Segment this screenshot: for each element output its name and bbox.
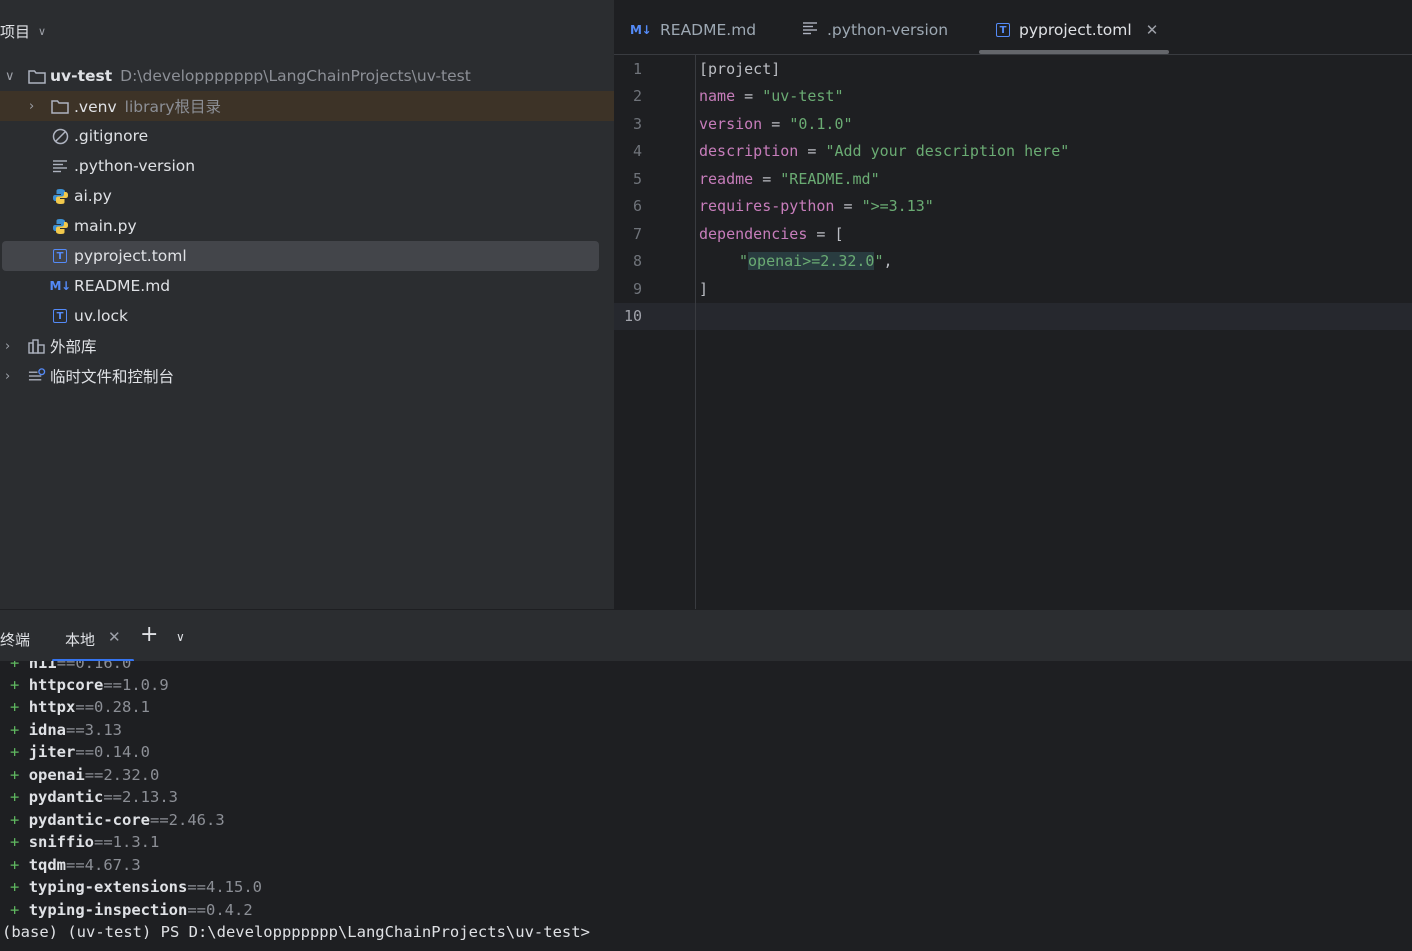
- terminal-tab-local[interactable]: 本地: [65, 629, 95, 650]
- terminal-line: + pydantic==2.13.3: [10, 788, 178, 806]
- text-lines-icon: [802, 21, 818, 39]
- tree-item-label: .gitignore: [74, 127, 149, 145]
- terminal-line: + h11==0.16.0: [10, 661, 132, 672]
- code-line-6: requires-python = ">=3.13": [699, 197, 934, 215]
- tree-item-readme-md[interactable]: M↓ README.md: [0, 271, 614, 301]
- tree-item-label: uv.lock: [74, 307, 129, 325]
- python-icon: [51, 217, 69, 235]
- tree-item-label: .python-version: [74, 157, 196, 175]
- line-number: 7: [632, 225, 642, 243]
- line-number: 6: [632, 197, 642, 215]
- folder-icon: [28, 67, 46, 85]
- chevron-down-icon[interactable]: ∨: [5, 69, 15, 84]
- terminal-title: 终端: [0, 631, 31, 649]
- text-lines-icon: [51, 157, 69, 175]
- tree-root-uv-test[interactable]: ∨ uv-test D:\developpppppp\LangChainProje…: [0, 61, 614, 91]
- terminal-line: + sniffio==1.3.1: [10, 833, 160, 851]
- tab-readme-md[interactable]: M↓ README.md: [630, 16, 756, 44]
- toml-icon: T: [996, 23, 1010, 37]
- terminal-line: + openai==2.32.0: [10, 766, 160, 784]
- library-icon: [28, 337, 46, 355]
- terminal-header: 终端 本地 ✕ + ∨: [0, 609, 1412, 663]
- code-line-3: version = "0.1.0": [699, 115, 853, 133]
- tab-python-version[interactable]: .python-version: [802, 16, 948, 44]
- project-panel-header[interactable]: 项目 ∨: [0, 18, 46, 44]
- terminal-prompt: (base) (uv-test) PS D:\developpppppp\Lan…: [2, 923, 590, 941]
- python-icon: [51, 187, 69, 205]
- tree-item-main-py[interactable]: main.py: [0, 211, 614, 241]
- close-icon[interactable]: ✕: [1146, 21, 1159, 39]
- tree-item-label: .venv: [74, 98, 117, 116]
- line-number: 8: [632, 252, 642, 270]
- tab-label: .python-version: [827, 21, 949, 39]
- code-line-7: dependencies = [: [699, 225, 844, 243]
- library-root-label: library根目录: [124, 98, 222, 116]
- chevron-right-icon[interactable]: ›: [5, 369, 10, 384]
- toml-icon: T: [51, 247, 69, 265]
- active-tab-indicator: [979, 50, 1169, 54]
- code-line-5: readme = "README.md": [699, 170, 880, 188]
- scratches-icon: [28, 367, 46, 385]
- line-number: 4: [632, 142, 642, 160]
- tree-item-scratches[interactable]: › 临时文件和控制台: [0, 361, 614, 391]
- dependency-highlight: openai>=2.32.0: [748, 252, 875, 270]
- terminal-line: + idna==3.13: [10, 721, 123, 739]
- tree-item-pyproject-toml[interactable]: T pyproject.toml: [2, 241, 599, 271]
- terminal-line: + httpcore==1.0.9: [10, 676, 169, 694]
- line-number-gutter: 1 2 3 4 5 6 7 8 9 10: [614, 55, 696, 609]
- chevron-right-icon[interactable]: ›: [5, 339, 10, 354]
- code-line-9: ]: [699, 280, 709, 298]
- tree-item-ai-py[interactable]: ai.py: [0, 181, 614, 211]
- tree-item-label: 外部库: [50, 338, 97, 356]
- editor-panel: M↓ README.md .python-version T pyproject…: [614, 0, 1412, 609]
- tree-item-label: 临时文件和控制台: [50, 368, 175, 386]
- terminal-line: + typing-extensions==4.15.0: [10, 878, 262, 896]
- code-line-8: "openai>=2.32.0",: [739, 252, 893, 270]
- chevron-right-icon[interactable]: ›: [29, 99, 34, 114]
- tab-label: README.md: [660, 21, 757, 39]
- line-number: 2: [632, 87, 642, 105]
- terminal-output[interactable]: + h11==0.16.0 + httpcore==1.0.9 + httpx=…: [0, 661, 1412, 951]
- terminal-line: + tqdm==4.67.3: [10, 856, 141, 874]
- line-number: 9: [632, 280, 642, 298]
- new-terminal-plus-icon[interactable]: +: [140, 622, 158, 647]
- tree-item-venv[interactable]: › .venv library根目录: [0, 91, 614, 121]
- tree-item-uv-lock[interactable]: T uv.lock: [0, 301, 614, 331]
- tab-label: pyproject.toml: [1019, 21, 1132, 39]
- root-path: D:\developpppppp\LangChainProjects\uv-te…: [120, 67, 471, 85]
- tree-item-label: pyproject.toml: [74, 247, 187, 265]
- code-area[interactable]: [project] name = "uv-test" version = "0.…: [696, 55, 1412, 609]
- tree-item-external-libraries[interactable]: › 外部库: [0, 331, 614, 361]
- line-number: 3: [632, 115, 642, 133]
- root-name: uv-test: [50, 67, 113, 85]
- folder-icon: [51, 97, 69, 115]
- tree-item-label: main.py: [74, 217, 137, 235]
- toml-icon: T: [51, 307, 69, 325]
- tree-item-gitignore[interactable]: .gitignore: [0, 121, 614, 151]
- code-line-4: description = "Add your description here…: [699, 142, 1070, 160]
- editor-tab-bar: M↓ README.md .python-version T pyproject…: [614, 0, 1412, 55]
- terminal-line: + pydantic-core==2.46.3: [10, 811, 225, 829]
- tree-item-label: ai.py: [74, 187, 112, 205]
- chevron-down-icon[interactable]: ∨: [38, 25, 46, 38]
- line-number: 5: [632, 170, 642, 188]
- markdown-icon: M↓: [630, 23, 652, 37]
- ignore-icon: [51, 127, 69, 145]
- terminal-line: + jiter==0.14.0: [10, 743, 151, 761]
- tab-pyproject-toml[interactable]: T pyproject.toml ✕: [996, 16, 1158, 44]
- tree-item-label: README.md: [74, 277, 171, 295]
- code-line-2: name = "uv-test": [699, 87, 844, 105]
- code-line-1: [project]: [699, 60, 781, 78]
- terminal-line: + httpx==0.28.1: [10, 698, 151, 716]
- line-number: 1: [632, 60, 642, 78]
- markdown-icon: M↓: [49, 279, 72, 293]
- chevron-down-icon[interactable]: ∨: [176, 630, 185, 644]
- project-panel-title: 项目: [0, 22, 31, 41]
- tree-item-python-version[interactable]: .python-version: [0, 151, 614, 181]
- line-number-current: 10: [623, 307, 642, 325]
- close-icon[interactable]: ✕: [108, 628, 121, 646]
- project-panel: 项目 ∨ ∨ uv-test D:\developpppppp\LangChain…: [0, 0, 614, 609]
- terminal-line: + typing-inspection==0.4.2: [10, 901, 253, 919]
